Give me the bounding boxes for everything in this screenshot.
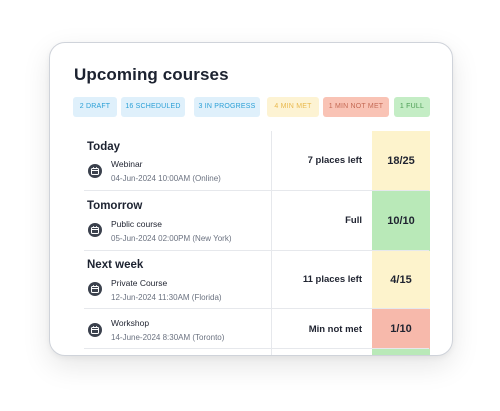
course-type: Workshop [111,318,150,328]
group-label: Tomorrow [87,200,143,212]
places-status: Full [345,215,362,226]
places-status: 7 places left [307,155,362,166]
course-type: Public course [111,219,163,229]
course-row[interactable] [84,349,430,355]
badge-min-not-met[interactable]: 1 MIN NOT MET [323,97,389,117]
course-date: 04-Jun-2024 10:00AM (Online) [111,174,221,183]
badge-min-met[interactable]: 4 MIN MET [267,97,319,117]
course-row[interactable]: 18/25 Today Webinar 04-Jun-2024 10:00AM … [84,131,430,191]
badge-in-progress[interactable]: 3 IN PROGRESS [194,97,260,117]
group-label: Today [87,141,121,153]
course-row[interactable]: 4/15 Next week Private Course 12-Jun-202… [84,251,430,309]
card-title: Upcoming courses [74,65,229,84]
enrolment-count: 1/10 [372,309,430,349]
calendar-icon [88,223,102,237]
column-divider [271,349,272,355]
course-row[interactable]: 1/10 Workshop 14-June-2024 8:30AM (Toron… [84,309,430,349]
badge-scheduled[interactable]: 16 SCHEDULED [121,97,185,117]
places-status: Min not met [308,324,362,335]
enrolment-count [372,349,430,355]
calendar-icon [88,323,102,337]
course-date: 05-Jun-2024 02:00PM (New York) [111,234,232,243]
enrolment-count: 18/25 [372,131,430,191]
enrolment-count: 10/10 [372,191,430,251]
course-date: 14-June-2024 8:30AM (Toronto) [111,333,225,342]
places-status: 11 places left [302,274,362,285]
course-row[interactable]: 10/10 Tomorrow Public course 05-Jun-2024… [84,191,430,251]
group-label: Next week [87,259,144,271]
badge-draft[interactable]: 2 DRAFT [73,97,117,117]
calendar-icon [88,164,102,178]
enrolment-count: 4/15 [372,251,430,309]
course-date: 12-Jun-2024 11:30AM (Florida) [111,293,222,302]
course-type: Private Course [111,278,168,288]
course-type: Webinar [111,159,143,169]
badge-full[interactable]: 1 FULL [394,97,430,117]
upcoming-courses-card: Upcoming courses 2 DRAFT 16 SCHEDULED 3 … [49,42,453,356]
calendar-icon [88,282,102,296]
